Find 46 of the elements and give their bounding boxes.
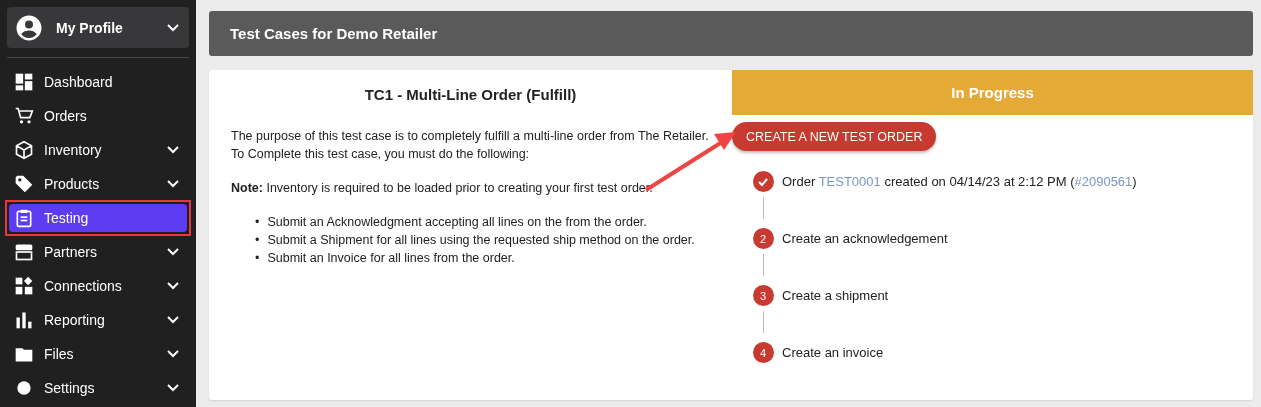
chevron-icon (167, 180, 179, 188)
chevron-icon (167, 23, 179, 32)
chevron-icon (167, 384, 179, 392)
profile-name: My Profile (56, 19, 124, 36)
box-icon (14, 140, 34, 160)
sidebar-item[interactable]: Connections (9, 272, 187, 300)
chevron-icon (167, 282, 179, 290)
tag-icon (14, 174, 34, 194)
bullet: • (255, 214, 260, 231)
bullet: • (255, 232, 260, 249)
dashboard-icon (14, 72, 34, 92)
sidebar-item[interactable]: Testing (9, 204, 187, 232)
description-text: The purpose of this test case is to completely fulfill a multi-line order from The Retailer. To Complete this test case, you must do the following: (231, 128, 710, 163)
widgets-icon (14, 276, 34, 296)
bars-icon (14, 310, 34, 330)
task-item: Submit a Shipment for all lines using the requested ship method on the order. (267, 232, 695, 249)
chevron-icon (167, 350, 179, 358)
chevron-icon (167, 248, 179, 256)
sidebar-item[interactable]: Settings (9, 374, 187, 402)
profile-menu[interactable]: My Profile (7, 7, 189, 48)
step-text: Create an acknowledgement (782, 230, 948, 248)
create-test-order-button[interactable]: CREATE A NEW TEST ORDER (732, 122, 937, 151)
step-number: 2 (752, 228, 774, 249)
sidebar-item[interactable]: Inventory (9, 136, 187, 164)
sidebar-item[interactable]: Reporting (9, 306, 187, 334)
step-number: 4 (752, 342, 774, 363)
chevron-icon (167, 146, 179, 154)
sidebar-item[interactable]: Dashboard (9, 68, 187, 96)
step-text: Create an invoice (782, 344, 884, 362)
task-item: Submit an Acknowledgment accepting all lines on the from the order. (267, 214, 647, 231)
sidebar-item[interactable]: Products (9, 170, 187, 198)
step-text: Order TEST0001 created on 04/14/23 at 2:12 PM (#2090561) (782, 173, 1137, 191)
status-banner: In Progress (732, 70, 1253, 115)
sidebar-item[interactable]: Files (9, 340, 187, 368)
chevron-icon (167, 316, 179, 324)
clipboard-icon (14, 208, 34, 228)
sidebar-item[interactable]: Orders (9, 102, 187, 130)
sidebar-item[interactable]: Partners (9, 238, 187, 266)
task-item: Submit an Invoice for all lines from the order. (267, 250, 515, 267)
bullet: • (255, 250, 260, 267)
store-icon (14, 242, 34, 262)
page-title: Test Cases for Demo Retailer (230, 25, 438, 42)
step-text: Create a shipment (782, 287, 889, 305)
cart-icon (14, 106, 34, 126)
step-number: 3 (752, 285, 774, 306)
test-case-title: TC1 - Multi-Line Order (Fulfill) (363, 86, 578, 103)
